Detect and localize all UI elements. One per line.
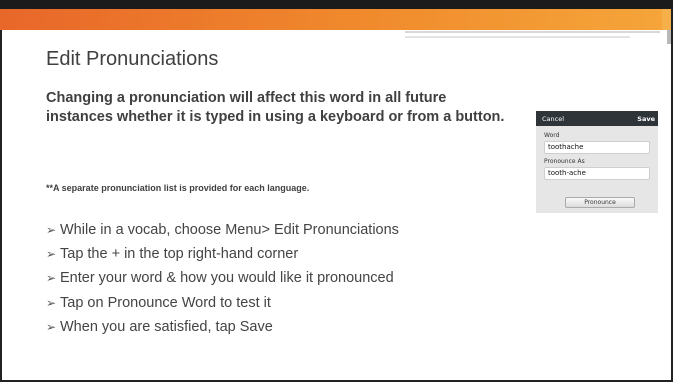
list-item: ➢ While in a vocab, choose Menu> Edit Pro… xyxy=(46,218,399,242)
pronounce-as-label: Pronounce As xyxy=(544,158,585,165)
word-field[interactable]: toothache xyxy=(544,141,650,154)
decorative-line xyxy=(405,36,630,38)
language-note: **A separate pronunciation list is provi… xyxy=(46,183,310,193)
cancel-button[interactable]: Cancel xyxy=(542,115,564,123)
arrow-bullet-icon: ➢ xyxy=(46,271,57,286)
arrow-bullet-icon: ➢ xyxy=(46,223,57,237)
pronounce-as-field[interactable]: tooth-ache xyxy=(544,167,650,180)
steps-list: ➢ While in a vocab, choose Menu> Edit Pro… xyxy=(46,218,399,339)
word-label: Word xyxy=(544,132,560,139)
right-accent-block xyxy=(667,30,671,44)
step-text: When you are satisfied, tap Save xyxy=(60,318,273,335)
header-accent-bar xyxy=(0,9,662,30)
list-item: ➢ Tap on Pronounce Word to test it xyxy=(46,291,399,315)
step-text: Tap on Pronounce Word to test it xyxy=(60,294,271,311)
save-button[interactable]: Save xyxy=(637,115,655,123)
slide-title: Edit Pronunciations xyxy=(46,48,219,70)
list-item: ➢ Tap the + in the top right-hand corner xyxy=(46,242,399,266)
decorative-line xyxy=(405,31,660,33)
step-text: Tap the + in the top right-hand corner xyxy=(60,246,299,263)
top-band xyxy=(0,0,673,9)
step-text: Enter your word & how you would like it … xyxy=(60,270,394,287)
list-item: ➢ When you are satisfied, tap Save xyxy=(46,315,399,339)
pronounce-button[interactable]: Pronounce xyxy=(565,197,635,208)
arrow-bullet-icon: ➢ xyxy=(46,319,57,334)
step-text: While in a vocab, choose Menu> Edit Pron… xyxy=(60,222,399,238)
intro-text: Changing a pronunciation will affect thi… xyxy=(46,90,505,125)
dialog-header: Cancel Save xyxy=(536,111,658,126)
edit-pronunciation-dialog: Cancel Save Word toothache Pronounce As … xyxy=(536,111,658,213)
arrow-bullet-icon: ➢ xyxy=(46,295,57,310)
header-accent-bar-end xyxy=(662,9,671,30)
arrow-bullet-icon: ➢ xyxy=(46,247,57,262)
list-item: ➢ Enter your word & how you would like it… xyxy=(46,266,399,290)
